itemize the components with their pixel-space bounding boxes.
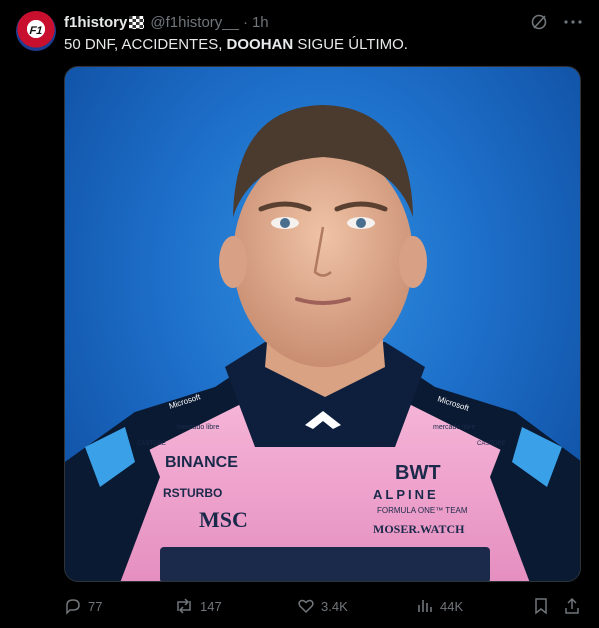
tweet-top-actions bbox=[529, 12, 583, 32]
sponsor-chest-right: mercado libre bbox=[433, 424, 476, 431]
sponsor-msc: MSC bbox=[199, 507, 248, 532]
repost-button[interactable]: 147 bbox=[174, 597, 222, 615]
sponsor-moser-watch: MOSER.WATCH bbox=[373, 522, 465, 536]
reply-button[interactable]: 77 bbox=[64, 597, 102, 615]
sponsor-formula-one-team: FORMULA ONE™ TEAM bbox=[377, 506, 468, 515]
like-icon bbox=[298, 599, 314, 614]
bookmark-button[interactable] bbox=[533, 597, 549, 615]
repost-icon bbox=[177, 598, 191, 614]
user-handle[interactable]: @f1history__ bbox=[150, 14, 239, 31]
avatar[interactable]: F1 bbox=[16, 11, 56, 51]
checkered-flag-icon bbox=[129, 15, 145, 29]
sponsor-rsturbo: RSTURBO bbox=[163, 486, 222, 500]
views-button[interactable]: 44K bbox=[416, 597, 463, 615]
sponsor-shoulder-right: CASTORE bbox=[477, 441, 506, 447]
tweet-text-prefix: 50 DNF, ACCIDENTES, bbox=[64, 36, 227, 53]
reply-count: 77 bbox=[88, 598, 103, 614]
tweet-header: f1history @f1history__ · 1h bbox=[64, 12, 269, 32]
reply-icon bbox=[66, 599, 80, 615]
share-icon bbox=[565, 597, 579, 614]
avatar-logo: F1 bbox=[27, 25, 45, 37]
tweet-text-suffix: SIGUE ÚLTIMO. bbox=[293, 36, 408, 53]
views-count: 44K bbox=[440, 598, 464, 614]
sponsor-chest-left: mercado libre bbox=[177, 424, 220, 431]
tweet-media-image[interactable]: BINANCE RSTURBO MSC BWT ALPINE FORMULA O… bbox=[64, 66, 581, 582]
sponsor-alpine: ALPINE bbox=[373, 487, 439, 502]
views-icon bbox=[418, 600, 432, 612]
like-button[interactable]: 3.4K bbox=[297, 597, 348, 615]
display-name[interactable]: f1history bbox=[64, 14, 127, 31]
sponsor-shoulder-left: CASTORE bbox=[137, 441, 166, 447]
repost-count: 147 bbox=[200, 598, 222, 614]
dot-separator: · bbox=[242, 13, 248, 31]
sponsor-bwt: BWT bbox=[395, 462, 441, 484]
timestamp[interactable]: 1h bbox=[252, 14, 269, 31]
sponsor-binance: BINANCE bbox=[165, 454, 238, 471]
bookmark-icon bbox=[535, 598, 547, 615]
like-count: 3.4K bbox=[321, 598, 348, 614]
tweet-text: 50 DNF, ACCIDENTES, DOOHAN SIGUE ÚLTIMO. bbox=[64, 35, 408, 55]
driver-portrait: BINANCE RSTURBO MSC BWT ALPINE FORMULA O… bbox=[65, 105, 580, 581]
more-icon[interactable] bbox=[563, 12, 583, 32]
share-button[interactable] bbox=[563, 597, 581, 615]
tweet-text-bold: DOOHAN bbox=[226, 36, 294, 53]
tweet-actions-bar: 77 147 3.4K 44K bbox=[64, 595, 581, 617]
grok-icon[interactable] bbox=[529, 12, 549, 32]
